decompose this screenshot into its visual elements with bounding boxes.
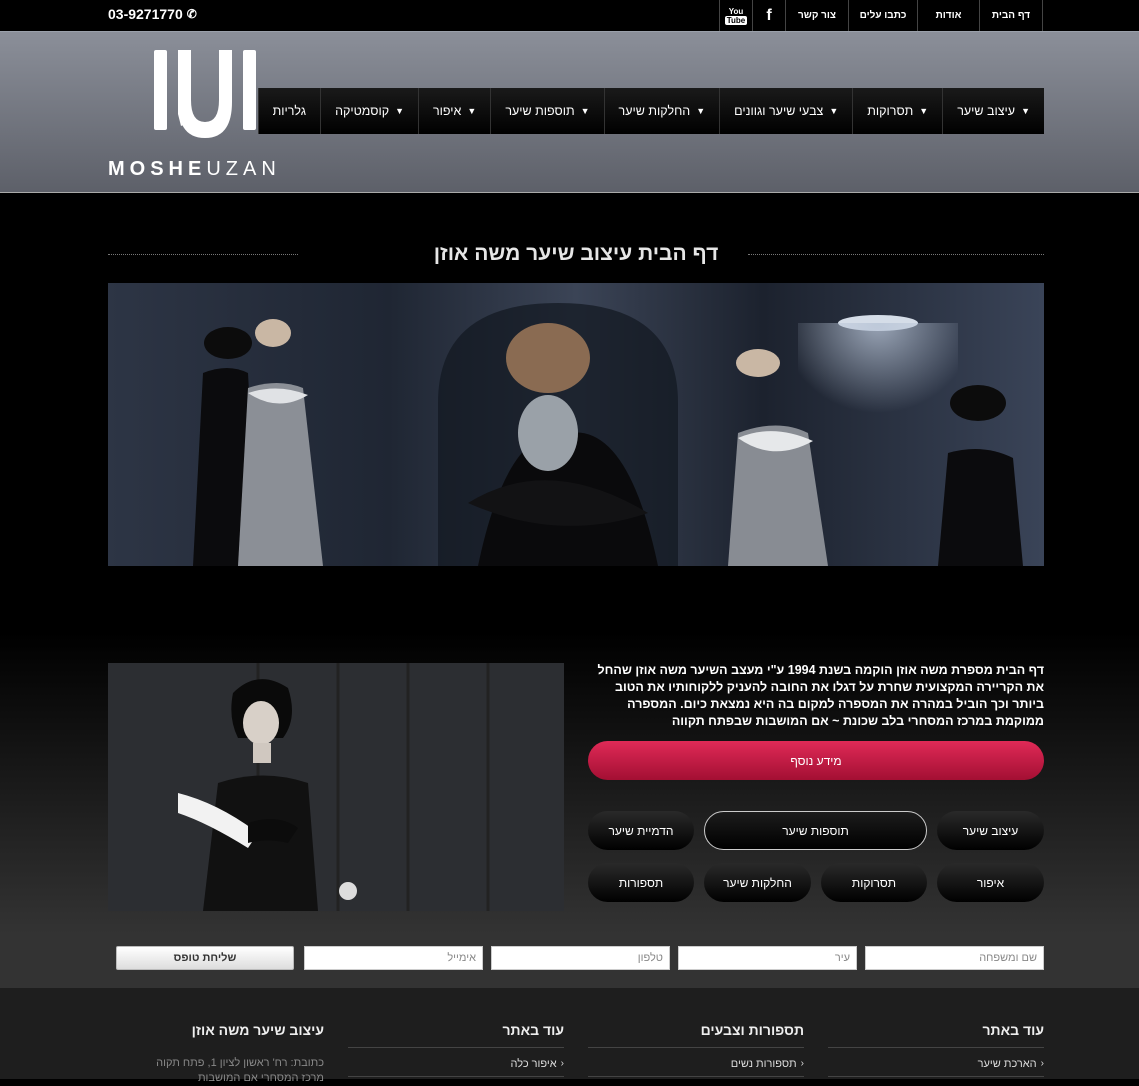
nav-label: גלריות xyxy=(272,104,307,118)
chevron-down-icon: ▼ xyxy=(1021,106,1030,116)
page-title-row: דף הבית עיצוב שיער משה אוזן xyxy=(108,240,1044,270)
youtube-icon: You Tube xyxy=(724,6,748,25)
footer-link[interactable]: ‹ תספורות נשים xyxy=(588,1058,804,1077)
intro-text: דף הבית מספרת משה אוזן הוקמה בשנת 1994 ע… xyxy=(597,663,1044,728)
chevron-left-icon: ‹ xyxy=(560,1058,564,1069)
footer-link[interactable]: ‹ איפור כלה xyxy=(348,1058,564,1077)
chevron-down-icon: ▼ xyxy=(696,106,706,116)
chevron-down-icon: ▼ xyxy=(467,106,477,116)
top-link-press[interactable]: כתבו עלים xyxy=(848,0,918,31)
nav-label: צבעי שיער וגוונים xyxy=(734,104,824,118)
footer-link-label: תספורות נשים xyxy=(730,1058,797,1070)
top-links: דף הבית אודות כתבו עלים צור קשר f You Tu… xyxy=(719,0,1043,31)
nav-item-straightening[interactable]: החלקות שיער ▼ xyxy=(603,88,720,134)
footer-link-label: הארכת שיער xyxy=(977,1058,1037,1070)
footer-address-line1: כתובת: רח' ראשון לציון 1, פתח תקוה xyxy=(156,1057,324,1069)
email-field[interactable]: אימייל xyxy=(304,946,483,970)
chevron-left-icon: ‹ xyxy=(1040,1058,1044,1069)
site-header: MOSHEUZAN עיצוב שיער ▼ תסרוקות ▼ צבעי שיער… xyxy=(0,31,1139,193)
logo-text-bold: MOSHE xyxy=(108,158,207,180)
nav-item-hairstyles[interactable]: תסרוקות ▼ xyxy=(852,88,943,134)
top-link-contact[interactable]: צור קשר xyxy=(785,0,849,31)
nav-label: תסרוקות xyxy=(867,104,914,118)
footer-link-label: איפור כלה xyxy=(510,1058,557,1070)
nav-item-hair-design[interactable]: עיצוב שיער ▼ xyxy=(942,88,1044,134)
hero-illustration xyxy=(108,283,1044,566)
nav-label: עיצוב שיער xyxy=(957,104,1016,118)
facebook-icon: f xyxy=(766,6,772,24)
page-title-text: דף הבית עיצוב שיער משה אוזן xyxy=(421,242,731,265)
page-title: דף הבית עיצוב שיער משה אוזן xyxy=(108,242,1044,266)
nav-item-makeup[interactable]: איפור ▼ xyxy=(418,88,491,134)
phone-text: 03-9271770 xyxy=(108,6,183,22)
pill-hairstyles[interactable]: תסרוקות xyxy=(821,863,927,902)
chevron-down-icon: ▼ xyxy=(919,106,929,116)
nav-item-galleries[interactable]: גלריות xyxy=(257,88,321,134)
chevron-down-icon: ▼ xyxy=(580,106,590,116)
more-info-button[interactable]: מידע נוסף xyxy=(588,741,1044,780)
footer-col-more-2: עוד באתר ‹ איפור כלה xyxy=(348,1022,564,1077)
phone-field[interactable]: טלפון xyxy=(491,946,670,970)
top-link-about[interactable]: אודות xyxy=(917,0,980,31)
nav-label: קוסמטיקה xyxy=(335,104,390,118)
chevron-left-icon: ‹ xyxy=(800,1058,804,1069)
model-photo xyxy=(108,663,564,911)
hero-banner-image xyxy=(108,283,1044,566)
youtube-icon-top: You xyxy=(728,6,744,16)
logo-text-light: UZAN xyxy=(206,158,281,180)
chevron-down-icon: ▼ xyxy=(829,106,839,116)
footer-col-title: עיצוב שיער משה אוזן xyxy=(191,1022,324,1038)
nav-item-cosmetics[interactable]: קוסמטיקה ▼ xyxy=(320,88,418,134)
nav-item-extensions[interactable]: תוספות שיער ▼ xyxy=(490,88,604,134)
footer-col-haircuts: תספורות וצבעים ‹ תספורות נשים xyxy=(588,1022,804,1077)
footer-col-contact: עיצוב שיער משה אוזן כתובת: רח' ראשון לצי… xyxy=(108,1022,324,1086)
nav-label: איפור xyxy=(433,104,462,118)
footer-col-title: תספורות וצבעים xyxy=(588,1022,804,1048)
nav-label: החלקות שיער xyxy=(618,104,691,118)
footer-col-title: עוד באתר xyxy=(348,1022,564,1048)
phone-icon: ✆ xyxy=(186,7,197,21)
youtube-link[interactable]: You Tube xyxy=(719,0,753,31)
chevron-down-icon: ▼ xyxy=(395,106,404,116)
pill-straightening[interactable]: החלקות שיער xyxy=(704,863,811,902)
phone-number[interactable]: 03-9271770 ✆ xyxy=(108,6,197,22)
main-nav: עיצוב שיער ▼ תסרוקות ▼ צבעי שיער וגוונים ▼ … xyxy=(257,88,1044,134)
youtube-icon-bottom: Tube xyxy=(724,15,748,25)
logo-mark-icon xyxy=(154,50,256,138)
pill-hair-design[interactable]: עיצוב שיער xyxy=(937,811,1044,850)
pill-makeup[interactable]: איפור xyxy=(937,863,1044,902)
name-field[interactable]: שם ומשפחה xyxy=(865,946,1044,970)
pill-hair-extensions[interactable]: תוספות שיער xyxy=(704,811,927,850)
send-form-button[interactable]: שליחת טופס xyxy=(116,946,294,970)
facebook-link[interactable]: f xyxy=(752,0,786,31)
footer-col-title: עוד באתר xyxy=(828,1022,1044,1048)
top-bar: 03-9271770 ✆ דף הבית אודות כתבו עלים צור… xyxy=(0,0,1139,31)
city-field[interactable]: עיר xyxy=(678,946,857,970)
pill-haircuts[interactable]: תספורות xyxy=(588,863,694,902)
nav-label: תוספות שיער xyxy=(505,104,575,118)
model-illustration xyxy=(108,663,564,911)
nav-item-hair-colors[interactable]: צבעי שיער וגוונים ▼ xyxy=(719,88,853,134)
top-link-home[interactable]: דף הבית xyxy=(979,0,1043,31)
pill-hair-simulation[interactable]: הדמיית שיער xyxy=(588,811,694,850)
logo-text: MOSHEUZAN xyxy=(108,158,281,181)
footer-link[interactable]: ‹ הארכת שיער xyxy=(828,1058,1044,1077)
footer-col-more: עוד באתר ‹ הארכת שיער xyxy=(828,1022,1044,1077)
